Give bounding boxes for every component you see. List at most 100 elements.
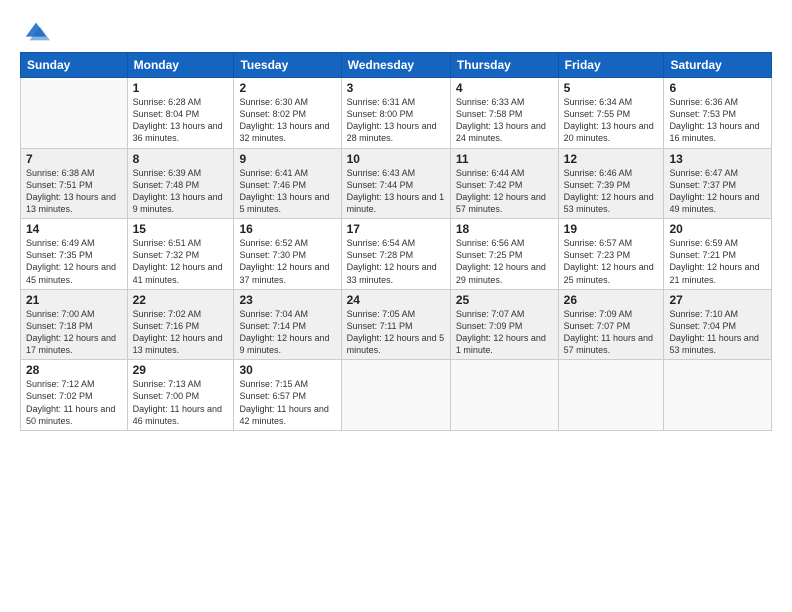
- day-number: 28: [26, 363, 122, 377]
- day-info: Sunrise: 6:49 AMSunset: 7:35 PMDaylight:…: [26, 237, 122, 286]
- day-number: 18: [456, 222, 553, 236]
- day-info: Sunrise: 7:12 AMSunset: 7:02 PMDaylight:…: [26, 378, 122, 427]
- week-row-3: 14Sunrise: 6:49 AMSunset: 7:35 PMDayligh…: [21, 219, 772, 290]
- weekday-header-tuesday: Tuesday: [234, 53, 341, 78]
- day-number: 30: [239, 363, 335, 377]
- page: SundayMondayTuesdayWednesdayThursdayFrid…: [0, 0, 792, 612]
- day-cell: 11Sunrise: 6:44 AMSunset: 7:42 PMDayligh…: [450, 148, 558, 219]
- day-info: Sunrise: 7:15 AMSunset: 6:57 PMDaylight:…: [239, 378, 335, 427]
- day-cell: 30Sunrise: 7:15 AMSunset: 6:57 PMDayligh…: [234, 360, 341, 431]
- day-number: 6: [669, 81, 766, 95]
- day-info: Sunrise: 6:46 AMSunset: 7:39 PMDaylight:…: [564, 167, 659, 216]
- day-cell: 12Sunrise: 6:46 AMSunset: 7:39 PMDayligh…: [558, 148, 664, 219]
- day-cell: 29Sunrise: 7:13 AMSunset: 7:00 PMDayligh…: [127, 360, 234, 431]
- day-cell: 28Sunrise: 7:12 AMSunset: 7:02 PMDayligh…: [21, 360, 128, 431]
- day-cell: 4Sunrise: 6:33 AMSunset: 7:58 PMDaylight…: [450, 78, 558, 149]
- day-cell: [21, 78, 128, 149]
- week-row-1: 1Sunrise: 6:28 AMSunset: 8:04 PMDaylight…: [21, 78, 772, 149]
- day-info: Sunrise: 6:54 AMSunset: 7:28 PMDaylight:…: [347, 237, 445, 286]
- day-cell: 2Sunrise: 6:30 AMSunset: 8:02 PMDaylight…: [234, 78, 341, 149]
- day-info: Sunrise: 6:44 AMSunset: 7:42 PMDaylight:…: [456, 167, 553, 216]
- day-number: 15: [133, 222, 229, 236]
- day-number: 13: [669, 152, 766, 166]
- day-info: Sunrise: 6:28 AMSunset: 8:04 PMDaylight:…: [133, 96, 229, 145]
- day-info: Sunrise: 6:52 AMSunset: 7:30 PMDaylight:…: [239, 237, 335, 286]
- header: [20, 18, 772, 42]
- day-number: 21: [26, 293, 122, 307]
- day-info: Sunrise: 6:47 AMSunset: 7:37 PMDaylight:…: [669, 167, 766, 216]
- day-info: Sunrise: 7:05 AMSunset: 7:11 PMDaylight:…: [347, 308, 445, 357]
- day-number: 2: [239, 81, 335, 95]
- day-cell: [341, 360, 450, 431]
- day-number: 20: [669, 222, 766, 236]
- day-number: 14: [26, 222, 122, 236]
- day-number: 25: [456, 293, 553, 307]
- day-info: Sunrise: 7:07 AMSunset: 7:09 PMDaylight:…: [456, 308, 553, 357]
- day-cell: 26Sunrise: 7:09 AMSunset: 7:07 PMDayligh…: [558, 289, 664, 360]
- day-number: 5: [564, 81, 659, 95]
- day-number: 17: [347, 222, 445, 236]
- day-info: Sunrise: 6:43 AMSunset: 7:44 PMDaylight:…: [347, 167, 445, 216]
- day-number: 29: [133, 363, 229, 377]
- day-cell: 21Sunrise: 7:00 AMSunset: 7:18 PMDayligh…: [21, 289, 128, 360]
- day-number: 9: [239, 152, 335, 166]
- day-info: Sunrise: 6:31 AMSunset: 8:00 PMDaylight:…: [347, 96, 445, 145]
- day-number: 8: [133, 152, 229, 166]
- day-info: Sunrise: 6:59 AMSunset: 7:21 PMDaylight:…: [669, 237, 766, 286]
- day-number: 19: [564, 222, 659, 236]
- day-info: Sunrise: 7:04 AMSunset: 7:14 PMDaylight:…: [239, 308, 335, 357]
- day-info: Sunrise: 6:38 AMSunset: 7:51 PMDaylight:…: [26, 167, 122, 216]
- weekday-header-friday: Friday: [558, 53, 664, 78]
- day-number: 26: [564, 293, 659, 307]
- logo-icon: [22, 18, 50, 46]
- day-cell: [664, 360, 772, 431]
- day-cell: 10Sunrise: 6:43 AMSunset: 7:44 PMDayligh…: [341, 148, 450, 219]
- day-number: 11: [456, 152, 553, 166]
- day-number: 12: [564, 152, 659, 166]
- day-cell: 9Sunrise: 6:41 AMSunset: 7:46 PMDaylight…: [234, 148, 341, 219]
- day-number: 7: [26, 152, 122, 166]
- day-cell: 17Sunrise: 6:54 AMSunset: 7:28 PMDayligh…: [341, 219, 450, 290]
- weekday-header-row: SundayMondayTuesdayWednesdayThursdayFrid…: [21, 53, 772, 78]
- day-cell: 1Sunrise: 6:28 AMSunset: 8:04 PMDaylight…: [127, 78, 234, 149]
- day-cell: 8Sunrise: 6:39 AMSunset: 7:48 PMDaylight…: [127, 148, 234, 219]
- logo: [20, 18, 50, 42]
- day-info: Sunrise: 7:13 AMSunset: 7:00 PMDaylight:…: [133, 378, 229, 427]
- day-number: 27: [669, 293, 766, 307]
- day-cell: [450, 360, 558, 431]
- day-info: Sunrise: 6:39 AMSunset: 7:48 PMDaylight:…: [133, 167, 229, 216]
- week-row-4: 21Sunrise: 7:00 AMSunset: 7:18 PMDayligh…: [21, 289, 772, 360]
- day-cell: 18Sunrise: 6:56 AMSunset: 7:25 PMDayligh…: [450, 219, 558, 290]
- day-info: Sunrise: 6:56 AMSunset: 7:25 PMDaylight:…: [456, 237, 553, 286]
- weekday-header-wednesday: Wednesday: [341, 53, 450, 78]
- day-cell: 25Sunrise: 7:07 AMSunset: 7:09 PMDayligh…: [450, 289, 558, 360]
- day-cell: 14Sunrise: 6:49 AMSunset: 7:35 PMDayligh…: [21, 219, 128, 290]
- day-number: 23: [239, 293, 335, 307]
- day-number: 16: [239, 222, 335, 236]
- day-cell: 19Sunrise: 6:57 AMSunset: 7:23 PMDayligh…: [558, 219, 664, 290]
- day-cell: 22Sunrise: 7:02 AMSunset: 7:16 PMDayligh…: [127, 289, 234, 360]
- day-cell: 6Sunrise: 6:36 AMSunset: 7:53 PMDaylight…: [664, 78, 772, 149]
- day-cell: 23Sunrise: 7:04 AMSunset: 7:14 PMDayligh…: [234, 289, 341, 360]
- day-info: Sunrise: 6:34 AMSunset: 7:55 PMDaylight:…: [564, 96, 659, 145]
- weekday-header-sunday: Sunday: [21, 53, 128, 78]
- day-number: 1: [133, 81, 229, 95]
- day-number: 4: [456, 81, 553, 95]
- day-info: Sunrise: 6:30 AMSunset: 8:02 PMDaylight:…: [239, 96, 335, 145]
- day-cell: [558, 360, 664, 431]
- day-info: Sunrise: 6:33 AMSunset: 7:58 PMDaylight:…: [456, 96, 553, 145]
- day-cell: 20Sunrise: 6:59 AMSunset: 7:21 PMDayligh…: [664, 219, 772, 290]
- day-info: Sunrise: 7:00 AMSunset: 7:18 PMDaylight:…: [26, 308, 122, 357]
- day-info: Sunrise: 6:51 AMSunset: 7:32 PMDaylight:…: [133, 237, 229, 286]
- day-info: Sunrise: 7:10 AMSunset: 7:04 PMDaylight:…: [669, 308, 766, 357]
- day-number: 24: [347, 293, 445, 307]
- calendar: SundayMondayTuesdayWednesdayThursdayFrid…: [20, 52, 772, 431]
- day-info: Sunrise: 6:57 AMSunset: 7:23 PMDaylight:…: [564, 237, 659, 286]
- day-info: Sunrise: 6:36 AMSunset: 7:53 PMDaylight:…: [669, 96, 766, 145]
- week-row-5: 28Sunrise: 7:12 AMSunset: 7:02 PMDayligh…: [21, 360, 772, 431]
- day-cell: 7Sunrise: 6:38 AMSunset: 7:51 PMDaylight…: [21, 148, 128, 219]
- weekday-header-thursday: Thursday: [450, 53, 558, 78]
- day-info: Sunrise: 7:09 AMSunset: 7:07 PMDaylight:…: [564, 308, 659, 357]
- day-number: 22: [133, 293, 229, 307]
- day-cell: 27Sunrise: 7:10 AMSunset: 7:04 PMDayligh…: [664, 289, 772, 360]
